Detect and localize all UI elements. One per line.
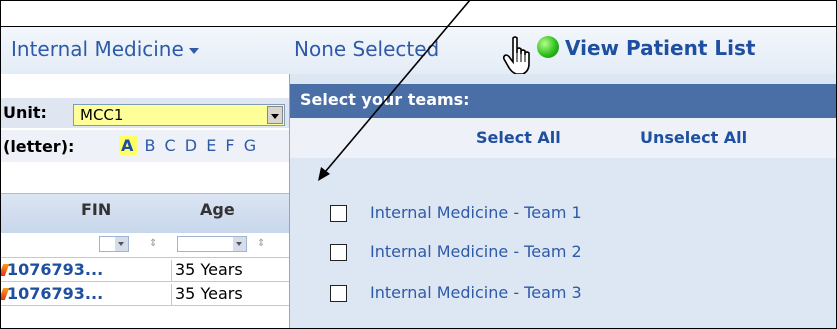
age-cell: 35 Years <box>171 260 243 282</box>
select-all-link[interactable]: Select All <box>476 128 561 147</box>
unit-value: MCC1 <box>80 106 124 124</box>
screenshot-frame: Internal Medicine None Selected View Pat… <box>0 0 837 329</box>
hand-cursor-icon <box>502 36 530 75</box>
fin-cell[interactable]: 1076793... <box>7 284 103 303</box>
dropdown-actions: Select All Unselect All <box>290 118 836 158</box>
team-checkbox[interactable] <box>330 205 347 222</box>
team-select-dropdown: Select your teams: Select All Unselect A… <box>289 74 836 328</box>
letter-filter-row: (letter): A B C D E F G <box>1 130 289 162</box>
team-checkbox[interactable] <box>330 244 347 261</box>
team-selector[interactable]: None Selected <box>294 37 439 61</box>
age-filter-select[interactable] <box>177 236 247 252</box>
column-filter-row: ⇕ ⇕ <box>1 233 289 255</box>
sort-icon[interactable]: ⇕ <box>257 238 265 249</box>
department-selector[interactable]: Internal Medicine <box>11 37 199 61</box>
table-row[interactable]: 1076793... 35 Years <box>1 281 289 306</box>
fin-cell[interactable]: 1076793... <box>7 260 103 279</box>
letter-links: A B C D E F G <box>119 136 258 155</box>
team-label[interactable]: Internal Medicine - Team 3 <box>370 283 582 302</box>
dropdown-arrow-icon[interactable] <box>267 106 283 124</box>
view-patient-list-link[interactable]: View Patient List <box>565 36 755 60</box>
column-header-age[interactable]: Age <box>200 200 235 219</box>
table-row[interactable]: 1076793... 35 Years <box>1 257 289 282</box>
team-label[interactable]: Internal Medicine - Team 2 <box>370 242 582 261</box>
department-label: Internal Medicine <box>11 37 184 61</box>
dropdown-title: Select your teams: <box>300 90 470 109</box>
fin-filter-select[interactable] <box>99 236 129 252</box>
letter-links-rest[interactable]: B C D E F G <box>144 136 258 155</box>
dropdown-arrow-icon <box>115 237 128 251</box>
dropdown-header: Select your teams: <box>290 84 836 118</box>
team-checkbox[interactable] <box>330 285 347 302</box>
unit-label: Unit: <box>3 103 47 122</box>
top-bar <box>1 1 836 25</box>
table-header: FIN Age <box>1 193 289 234</box>
unselect-all-link[interactable]: Unselect All <box>640 128 747 147</box>
dropdown-arrow-icon <box>233 237 246 251</box>
sort-icon[interactable]: ⇕ <box>149 238 157 249</box>
caret-down-icon <box>188 47 199 54</box>
letter-a-link[interactable]: A <box>119 136 138 155</box>
column-header-fin[interactable]: FIN <box>81 200 111 219</box>
team-label[interactable]: Internal Medicine - Team 1 <box>370 203 582 222</box>
letter-label: (letter): <box>3 137 75 156</box>
table-row <box>1 305 289 308</box>
status-dot-icon <box>537 36 559 58</box>
age-cell: 35 Years <box>171 284 243 306</box>
unit-select[interactable]: MCC1 <box>73 104 285 126</box>
